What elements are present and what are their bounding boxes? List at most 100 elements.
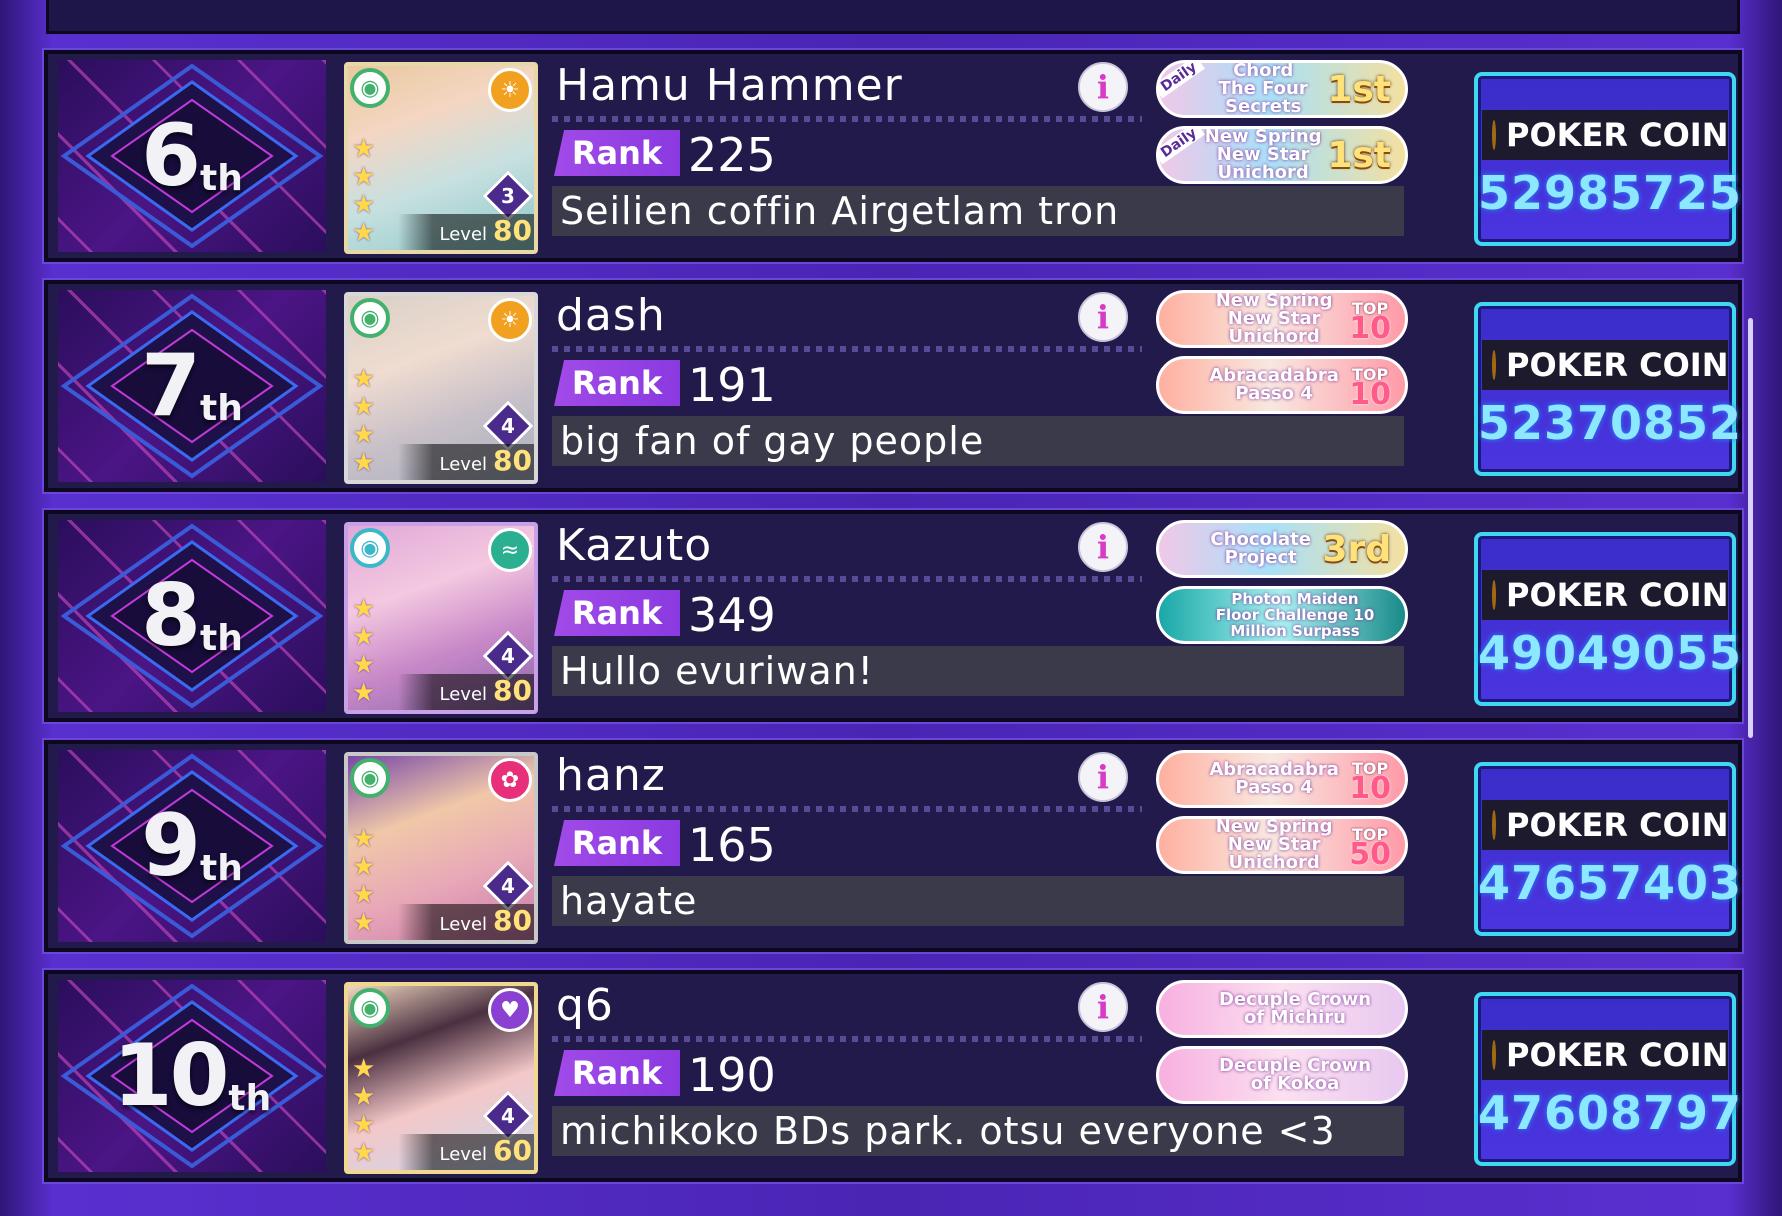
player-name: dash <box>556 290 666 341</box>
achievement-badge[interactable]: Daily New Spring New Star Unichord 1st <box>1156 126 1408 184</box>
sun-icon: ☀ <box>488 298 532 342</box>
leaderboard-row[interactable]: 8th ◉ ≈ ★ ★ ★ ★ 4 Level 80 Kazuto i Rank 349 Hullo evu… <box>44 510 1742 722</box>
card-level: Level 80 <box>398 444 534 480</box>
placement-panel: 6th <box>58 60 326 252</box>
info-icon[interactable]: i <box>1078 982 1128 1032</box>
achievement-badge[interactable]: Abracadabra Passo 4 TOP 10 <box>1156 356 1408 414</box>
achievement-badge[interactable]: Decuple Crown of Michiru <box>1156 980 1408 1038</box>
player-name: q6 <box>556 980 614 1031</box>
poker-coin-panel: POKER COIN 47608797 <box>1474 992 1743 1166</box>
green-attr-icon: ◉ <box>350 758 390 798</box>
level-label: Level <box>439 684 488 705</box>
scrollbar[interactable] <box>1748 318 1753 738</box>
level-label: Level <box>439 454 488 475</box>
achievement-badge[interactable]: New Spring New Star Unichord TOP 10 <box>1156 290 1408 348</box>
rarity-stars: ★ ★ ★ ★ <box>352 826 380 936</box>
achievement-badge[interactable]: New Spring New Star Unichord TOP 50 <box>1156 816 1408 874</box>
placement-value: 10 <box>112 1026 230 1126</box>
poker-coin-value: 47608797 <box>1478 1086 1743 1140</box>
info-icon[interactable]: i <box>1078 62 1128 112</box>
member-card[interactable]: ◉ ☀ ★ ★ ★ ★ 3 Level 80 <box>344 62 538 254</box>
card-level: Level 80 <box>398 904 534 940</box>
level-label: Level <box>439 224 488 245</box>
star-icon: ★ <box>352 162 376 192</box>
info-icon[interactable]: i <box>1078 292 1128 342</box>
star-icon: ★ <box>352 420 376 450</box>
card-level: Level 80 <box>398 674 534 710</box>
placement-suffix: th <box>200 617 243 659</box>
poker-coin-header: POKER COIN <box>1482 570 1728 620</box>
placement-number: 10th <box>58 980 326 1172</box>
level-value: 80 <box>493 444 532 477</box>
ribbon-icon: ✿ <box>488 758 532 802</box>
card-level: Level 80 <box>398 214 534 250</box>
player-rank: 165 <box>688 818 776 872</box>
placement-suffix: th <box>200 387 243 429</box>
leaderboard-row[interactable]: 9th ◉ ✿ ★ ★ ★ ★ 4 Level 80 hanz i Rank 165 hayate Abrac… <box>44 740 1742 952</box>
badge-top-rank: TOP 10 <box>1349 759 1391 804</box>
star-icon: ★ <box>352 1082 376 1112</box>
star-icon: ★ <box>352 1138 376 1168</box>
leaderboard-row[interactable]: 10th ◉ ♥ ★ ★ ★ ★ 4 Level 60 q6 i Rank 190 michikoko BD… <box>44 970 1742 1182</box>
training-count: 3 <box>501 184 515 208</box>
achievement-badge[interactable]: Decuple Crown of Kokoa <box>1156 1046 1408 1104</box>
player-rank: 191 <box>688 358 776 412</box>
placement-suffix: th <box>200 157 243 199</box>
achievement-badge[interactable]: Chocolate Project 3rd <box>1156 520 1408 578</box>
leaderboard-row[interactable]: 6th ◉ ☀ ★ ★ ★ ★ 3 Level 80 Hamu Hammer i Rank 225 Seil… <box>44 50 1742 262</box>
achievement-badge[interactable]: Photon Maiden Floor Challenge 10 Million… <box>1156 586 1408 644</box>
member-card[interactable]: ◉ ♥ ★ ★ ★ ★ 4 Level 60 <box>344 982 538 1174</box>
poker-coin-value: 49049055 <box>1478 626 1743 680</box>
player-name: Kazuto <box>556 520 713 571</box>
poker-coin-panel: POKER COIN 49049055 <box>1474 532 1743 706</box>
rank-label: Rank <box>554 1050 680 1096</box>
level-label: Level <box>439 914 488 935</box>
star-icon: ★ <box>352 448 376 478</box>
rank-label: Rank <box>554 820 680 866</box>
badge-title: Chord The Four Secrets <box>1218 60 1308 117</box>
placement-value: 6 <box>141 106 201 206</box>
placement-value: 7 <box>141 336 201 436</box>
achievement-badge[interactable]: Daily Chord The Four Secrets 1st <box>1156 60 1408 118</box>
rank-label: Rank <box>554 130 680 176</box>
player-rank: 190 <box>688 1048 776 1102</box>
training-count: 4 <box>501 644 515 668</box>
green-attr-icon: ◉ <box>350 988 390 1028</box>
poker-coin-value: 52985725 <box>1478 166 1743 220</box>
name-divider <box>552 116 1142 122</box>
placement-suffix: th <box>200 847 243 889</box>
member-card[interactable]: ◉ ≈ ★ ★ ★ ★ 4 Level 80 <box>344 522 538 714</box>
badge-title: New Spring New Star Unichord <box>1215 290 1333 347</box>
achievement-badge[interactable]: Abracadabra Passo 4 TOP 10 <box>1156 750 1408 808</box>
player-name: hanz <box>556 750 666 801</box>
star-icon: ★ <box>352 650 376 680</box>
coin-icon <box>1492 580 1496 610</box>
poker-coin-panel: POKER COIN 52985725 <box>1474 72 1743 246</box>
member-card[interactable]: ◉ ☀ ★ ★ ★ ★ 4 Level 80 <box>344 292 538 484</box>
badge-top-rank: TOP 50 <box>1349 825 1391 870</box>
poker-coin-value: 52370852 <box>1478 396 1743 450</box>
placement-panel: 9th <box>58 750 326 942</box>
rarity-stars: ★ ★ ★ ★ <box>352 1056 380 1166</box>
teal-attr-icon: ◉ <box>350 528 390 568</box>
member-card[interactable]: ◉ ✿ ★ ★ ★ ★ 4 Level 80 <box>344 752 538 944</box>
player-comment: Seilien coffin Airgetlam tron <box>552 186 1404 236</box>
top-value: 10 <box>1349 377 1391 412</box>
badge-top-rank: TOP 10 <box>1349 365 1391 412</box>
placement-number: 9th <box>58 750 326 942</box>
name-divider <box>552 346 1142 352</box>
heart-icon: ♥ <box>488 988 532 1032</box>
leaderboard-row[interactable]: 7th ◉ ☀ ★ ★ ★ ★ 4 Level 80 dash i Rank 191 big fan of … <box>44 280 1742 492</box>
star-icon: ★ <box>352 908 376 938</box>
info-icon[interactable]: i <box>1078 752 1128 802</box>
training-count: 4 <box>501 414 515 438</box>
info-icon[interactable]: i <box>1078 522 1128 572</box>
name-divider <box>552 1036 1142 1042</box>
star-icon: ★ <box>352 678 376 708</box>
badge-placement: 3rd <box>1322 528 1391 570</box>
poker-coin-label: POKER COIN <box>1506 806 1729 844</box>
star-icon: ★ <box>352 622 376 652</box>
coin-icon <box>1492 810 1496 840</box>
level-value: 80 <box>493 904 532 937</box>
star-icon: ★ <box>352 594 376 624</box>
